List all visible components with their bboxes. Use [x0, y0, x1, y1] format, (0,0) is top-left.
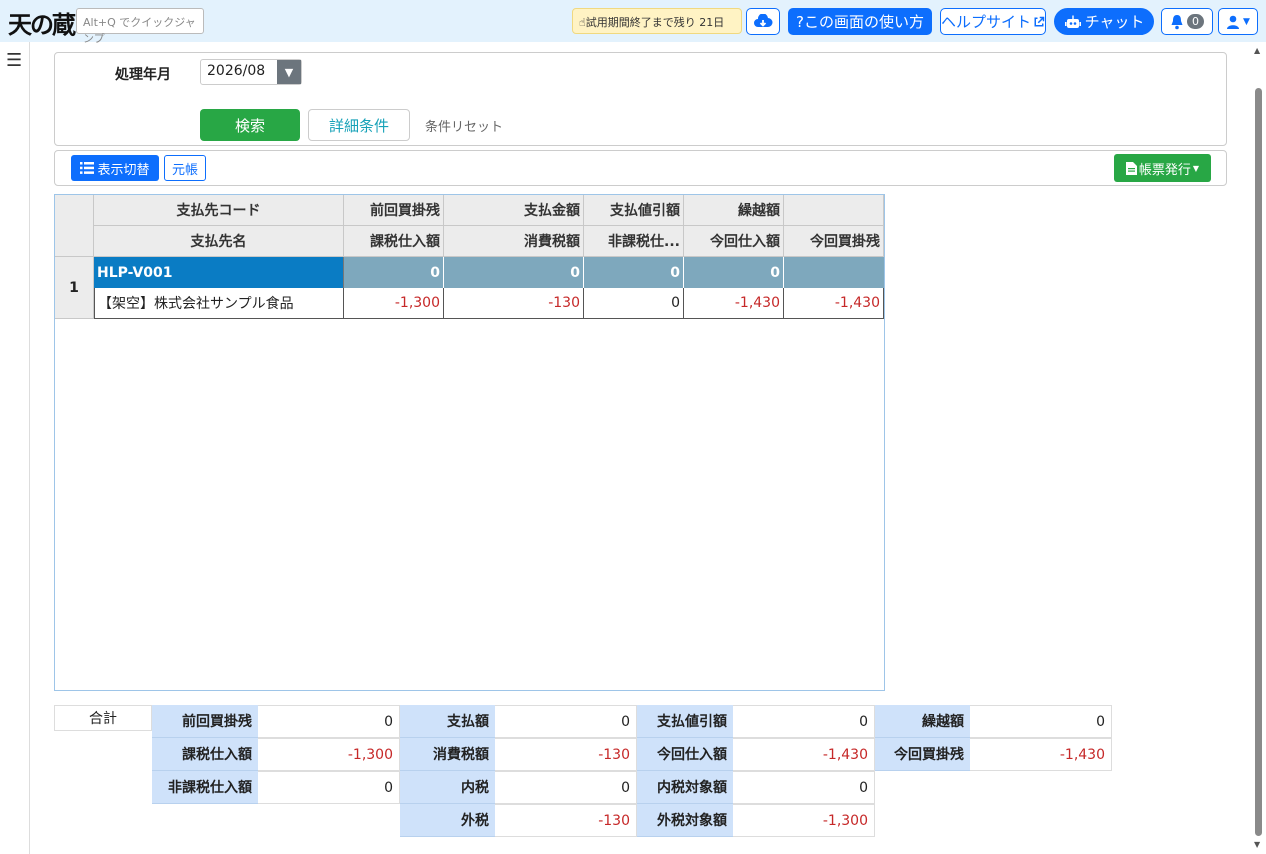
- total-inner-tax-label: 内税: [400, 771, 495, 804]
- period-value: 2026/08: [207, 63, 266, 79]
- total-outer-tax-label: 外税: [400, 804, 495, 837]
- reset-conditions-link[interactable]: 条件リセット: [425, 116, 503, 135]
- total-inner-tax-target-label: 内税対象額: [637, 771, 733, 804]
- search-button[interactable]: 検索: [200, 109, 300, 141]
- cell-carryover[interactable]: 0: [684, 257, 784, 288]
- total-current-purchase-value: -1,430: [733, 738, 875, 771]
- cell-empty[interactable]: [784, 257, 884, 288]
- header-prev-balance[interactable]: 前回買掛残: [344, 195, 444, 226]
- top-header: 天の蔵 Alt+Q でクイックジャンプ ☝試用期間終了まで残り 21日 ?この画…: [0, 0, 1266, 45]
- header-carryover[interactable]: 繰越額: [684, 195, 784, 226]
- search-panel: 処理年月 2026/08 ▼ 検索 詳細条件 条件リセット: [54, 52, 1227, 146]
- document-icon: [1125, 161, 1137, 175]
- cell-payment-discount[interactable]: 0: [584, 257, 684, 288]
- grid-toolbar: 表示切替 元帳 帳票発行 ▼: [54, 150, 1227, 186]
- robot-icon: [1064, 15, 1081, 28]
- user-icon: [1227, 15, 1240, 29]
- payables-grid: 支払先コード 前回買掛残 支払金額 支払値引額 繰越額 支払先名 課税仕入額 消…: [54, 194, 885, 691]
- page-scrollbar[interactable]: ▲ ▼: [1251, 42, 1266, 854]
- total-nontaxable-value: 0: [258, 771, 400, 804]
- header-consumption-tax[interactable]: 消費税額: [444, 226, 584, 257]
- total-current-purchase-label: 今回仕入額: [637, 738, 733, 771]
- view-toggle-button[interactable]: 表示切替: [71, 155, 159, 181]
- total-inner-tax-target-value: 0: [733, 771, 875, 804]
- totals-label: 合計: [54, 705, 152, 731]
- row-number[interactable]: 1: [55, 257, 94, 319]
- total-payment-label: 支払額: [400, 705, 495, 738]
- list-icon: [80, 162, 95, 174]
- sidebar: ☰: [0, 42, 30, 854]
- total-carryover-label: 繰越額: [875, 705, 970, 738]
- cell-prev-balance[interactable]: 0: [344, 257, 444, 288]
- scroll-down-arrow-icon[interactable]: ▼: [1254, 840, 1260, 849]
- pointer-icon: ☝: [579, 16, 586, 29]
- header-payment-amount[interactable]: 支払金額: [444, 195, 584, 226]
- total-discount-value: 0: [733, 705, 875, 738]
- issue-report-button[interactable]: 帳票発行 ▼: [1114, 154, 1211, 182]
- scroll-thumb[interactable]: [1255, 88, 1262, 836]
- ledger-button[interactable]: 元帳: [164, 155, 206, 181]
- total-outer-tax-target-value: -1,300: [733, 804, 875, 837]
- detail-conditions-button[interactable]: 詳細条件: [308, 109, 410, 141]
- total-taxable-value: -1,300: [258, 738, 400, 771]
- total-outer-tax-target-label: 外税対象額: [637, 804, 733, 837]
- total-current-balance-label: 今回買掛残: [875, 738, 970, 771]
- app-logo[interactable]: 天の蔵: [8, 5, 76, 40]
- total-prev-balance-label: 前回買掛残: [152, 705, 258, 738]
- cell-consumption-tax[interactable]: -130: [444, 288, 584, 319]
- cell-current-purchase[interactable]: -1,430: [684, 288, 784, 319]
- help-site-button[interactable]: ヘルプサイト: [940, 8, 1046, 35]
- header-nontaxable-purchase[interactable]: 非課税仕...: [584, 226, 684, 257]
- header-empty: [784, 195, 884, 226]
- caret-down-icon: ▼: [1243, 16, 1250, 27]
- header-taxable-purchase[interactable]: 課税仕入額: [344, 226, 444, 257]
- hamburger-menu-icon[interactable]: ☰: [6, 50, 22, 71]
- total-inner-tax-value: 0: [495, 771, 637, 804]
- header-supplier-code[interactable]: 支払先コード: [94, 195, 344, 226]
- cell-taxable-purchase[interactable]: -1,300: [344, 288, 444, 319]
- total-nontaxable-label: 非課税仕入額: [152, 771, 258, 804]
- total-taxable-label: 課税仕入額: [152, 738, 258, 771]
- cell-nontaxable-purchase[interactable]: 0: [584, 288, 684, 319]
- header-current-balance[interactable]: 今回買掛残: [784, 226, 884, 257]
- header-current-purchase[interactable]: 今回仕入額: [684, 226, 784, 257]
- total-carryover-value: 0: [970, 705, 1112, 738]
- user-menu-button[interactable]: ▼: [1218, 8, 1258, 35]
- quick-jump-input[interactable]: Alt+Q でクイックジャンプ: [76, 8, 204, 45]
- trial-badge: ☝試用期間終了まで残り 21日: [572, 8, 742, 34]
- trial-text: 試用期間終了まで残り 21日: [585, 16, 725, 29]
- total-tax-value: -130: [495, 738, 637, 771]
- header-payment-discount[interactable]: 支払値引額: [584, 195, 684, 226]
- total-payment-value: 0: [495, 705, 637, 738]
- scroll-up-arrow-icon[interactable]: ▲: [1254, 46, 1260, 55]
- header-supplier-name[interactable]: 支払先名: [94, 226, 344, 257]
- cell-payment-amount[interactable]: 0: [444, 257, 584, 288]
- view-toggle-label: 表示切替: [97, 162, 150, 178]
- period-label: 処理年月: [115, 67, 171, 83]
- chat-label: チャット: [1084, 13, 1145, 31]
- total-tax-label: 消費税額: [400, 738, 495, 771]
- grid-corner-cell: [55, 195, 94, 257]
- total-discount-label: 支払値引額: [637, 705, 733, 738]
- total-prev-balance-value: 0: [258, 705, 400, 738]
- total-outer-tax-value: -130: [495, 804, 637, 837]
- issue-report-label: 帳票発行: [1138, 162, 1191, 178]
- caret-down-icon[interactable]: ▼: [277, 60, 301, 84]
- period-select[interactable]: 2026/08 ▼: [200, 59, 302, 85]
- total-current-balance-value: -1,430: [970, 738, 1112, 771]
- download-button[interactable]: [746, 8, 780, 35]
- cell-current-balance[interactable]: -1,430: [784, 288, 884, 319]
- caret-down-icon: ▼: [1192, 163, 1200, 173]
- bell-icon: [1171, 14, 1183, 29]
- cloud-download-icon: [754, 13, 773, 27]
- notification-count: 0: [1187, 14, 1204, 29]
- cell-supplier-name[interactable]: 【架空】株式会社サンプル食品: [94, 288, 344, 319]
- cell-supplier-code[interactable]: HLP-V001: [94, 257, 344, 288]
- notification-button[interactable]: 0: [1161, 8, 1213, 35]
- external-link-icon: [1034, 16, 1045, 26]
- howto-button[interactable]: ?この画面の使い方: [788, 8, 932, 35]
- chat-button[interactable]: チャット: [1054, 8, 1154, 35]
- help-site-label: ヘルプサイト: [941, 13, 1032, 31]
